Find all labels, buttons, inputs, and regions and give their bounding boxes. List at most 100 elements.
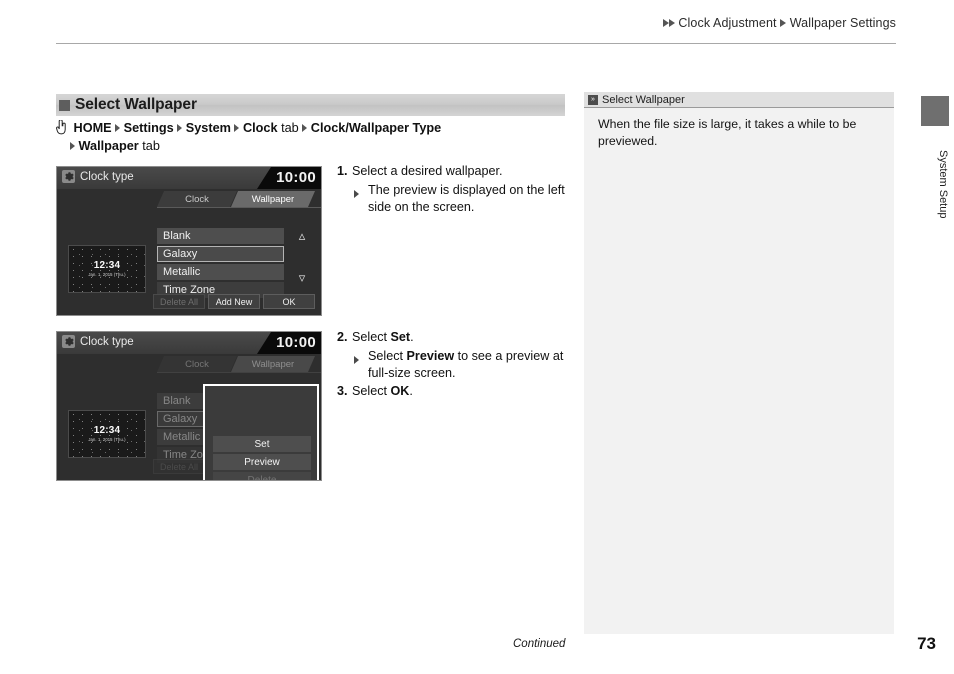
path-arrow-icon — [302, 123, 308, 132]
tab-clock[interactable]: Clock — [157, 191, 237, 207]
device-screenshot-wallpaper-list: Clock type 10:00 Clock Wallpaper 12:34 J… — [56, 166, 322, 316]
tab-wallpaper[interactable]: Wallpaper — [231, 191, 315, 207]
device-title-text: Clock type — [80, 170, 134, 183]
tab-wallpaper[interactable]: Wallpaper — [231, 356, 315, 372]
side-tab-label: System Setup — [937, 149, 949, 219]
path-arrow-icon — [177, 123, 183, 132]
instruction-steps-group-1: 1. Select a desired wallpaper. The previ… — [337, 163, 577, 217]
device-body: Clock Wallpaper 12:34 Jan. 1, 2015 (Thu.… — [57, 354, 321, 480]
header-divider — [56, 43, 896, 44]
side-tab-marker — [921, 96, 949, 126]
device-clock-time: 10:00 — [276, 334, 316, 351]
wallpaper-preview-thumbnail: 12:34 Jan. 1, 2015 (Thu.) — [68, 245, 146, 293]
step-1-substep: The preview is displayed on the left sid… — [337, 182, 577, 217]
chevron-down-icon[interactable]: ▿ — [292, 271, 312, 284]
preview-date: Jan. 1, 2015 (Thu.) — [88, 437, 126, 442]
list-item-blank[interactable]: Blank — [157, 228, 284, 244]
step-2-substep-prefix: Select — [368, 348, 407, 363]
step-2-suffix: . — [410, 330, 414, 344]
footer-continued-label: Continued — [513, 638, 566, 650]
list-item-metallic[interactable]: Metallic — [157, 264, 284, 280]
step-1-substep-text: The preview is displayed on the left sid… — [368, 182, 565, 215]
wallpaper-list: Blank Galaxy Metallic Time Zone — [157, 228, 284, 300]
breadcrumb-item-clock-adjustment: Clock Adjustment — [678, 16, 777, 30]
delete-button[interactable]: Delete — [213, 472, 311, 480]
step-2-text: Select Set. — [352, 329, 577, 347]
note-body-text: When the file size is large, it takes a … — [598, 117, 857, 148]
side-note-panel: » Select Wallpaper When the file size is… — [584, 92, 894, 634]
tab-underline — [157, 207, 321, 208]
note-header: » Select Wallpaper — [584, 92, 894, 108]
step-3: 3. Select OK. — [337, 383, 577, 401]
step-1-number: 1. — [337, 164, 348, 178]
navigation-path: HOME Settings System Clock tab Clock/Wal… — [56, 119, 576, 155]
step-2-substep-keyword: Preview — [406, 348, 455, 363]
path-home: HOME — [73, 121, 112, 135]
instruction-steps-group-2: 2. Select Set. Select Preview to see a p… — [337, 329, 577, 400]
step-2-substep: Select Preview to see a preview at full-… — [337, 348, 577, 383]
device-title-text: Clock type — [80, 335, 134, 348]
preview-time: 12:34 — [93, 260, 121, 271]
step-3-prefix: Select — [352, 383, 391, 398]
page-header: Clock Adjustment Wallpaper Settings — [56, 16, 896, 48]
path-arrow-icon — [115, 123, 121, 132]
device-tab-row: Clock Wallpaper — [157, 189, 321, 208]
list-item-galaxy[interactable]: Galaxy — [157, 246, 284, 262]
square-bullet-icon — [59, 99, 70, 111]
path-tab-word: tab — [142, 139, 160, 153]
ok-button[interactable]: OK — [263, 294, 315, 309]
set-button[interactable]: Set — [213, 436, 311, 452]
breadcrumb: Clock Adjustment Wallpaper Settings — [662, 16, 896, 30]
step-2-keyword: Set — [390, 330, 411, 344]
substep-arrow-icon — [354, 348, 368, 383]
page-title: Select Wallpaper — [75, 96, 197, 113]
device-body: Clock Wallpaper 12:34 Jan. 1, 2015 (Thu.… — [57, 189, 321, 315]
device-title-group: Clock type — [62, 335, 134, 348]
substep-arrow-icon — [354, 182, 368, 217]
step-2-prefix: Select — [352, 330, 391, 344]
step-2-substep-text: Select Preview to see a preview at full-… — [368, 348, 577, 383]
device-title-bar: Clock type 10:00 — [57, 332, 321, 354]
tab-clock[interactable]: Clock — [157, 356, 237, 372]
device-tab-row: Clock Wallpaper — [157, 354, 321, 373]
path-clock: Clock — [242, 121, 278, 135]
gear-icon — [62, 170, 75, 183]
tab-underline — [157, 372, 321, 373]
step-3-suffix: . — [409, 383, 413, 398]
chevron-up-icon[interactable]: ▵ — [292, 229, 312, 242]
path-arrow-icon — [70, 141, 75, 150]
scroll-arrows: ▵ ▿ — [292, 229, 312, 293]
device-screenshot-popup-menu: Clock type 10:00 Clock Wallpaper 12:34 J… — [56, 331, 322, 481]
step-3-keyword: OK — [390, 383, 410, 398]
navigation-path-line-1: HOME Settings System Clock tab Clock/Wal… — [56, 119, 576, 137]
step-1: 1. Select a desired wallpaper. — [337, 163, 577, 181]
path-settings: Settings — [123, 121, 174, 135]
page-number: 73 — [917, 634, 936, 653]
step-3-number: 3. — [337, 383, 348, 398]
preview-date: Jan. 1, 2015 (Thu.) — [88, 272, 126, 277]
breadcrumb-arrow-icon — [668, 18, 675, 27]
device-title-group: Clock type — [62, 170, 134, 183]
context-popup-menu: Set Preview Delete — [203, 384, 319, 480]
device-clock-time: 10:00 — [276, 169, 316, 186]
add-new-button[interactable]: Add New — [208, 294, 260, 309]
step-2: 2. Select Set. — [337, 329, 577, 347]
gear-icon — [62, 335, 75, 348]
section-title-bar: Select Wallpaper — [56, 94, 565, 116]
hand-press-icon — [56, 119, 67, 135]
delete-all-button[interactable]: Delete All — [153, 294, 205, 309]
path-system: System — [185, 121, 231, 135]
path-wallpaper: Wallpaper — [78, 139, 139, 153]
double-chevron-icon: » — [588, 94, 598, 105]
breadcrumb-item-wallpaper-settings: Wallpaper Settings — [789, 16, 896, 30]
breadcrumb-arrow-icon — [780, 18, 787, 27]
note-title: Select Wallpaper — [602, 93, 685, 106]
delete-all-button[interactable]: Delete All — [153, 459, 205, 474]
preview-time: 12:34 — [93, 425, 121, 436]
path-tab-word: tab — [281, 121, 299, 135]
step-2-number: 2. — [337, 330, 348, 344]
path-clock-wallpaper-type: Clock/Wallpaper Type — [310, 121, 442, 135]
navigation-path-line-2: Wallpaper tab — [56, 138, 576, 155]
step-1-text: Select a desired wallpaper. — [352, 164, 503, 178]
preview-button[interactable]: Preview — [213, 454, 311, 470]
